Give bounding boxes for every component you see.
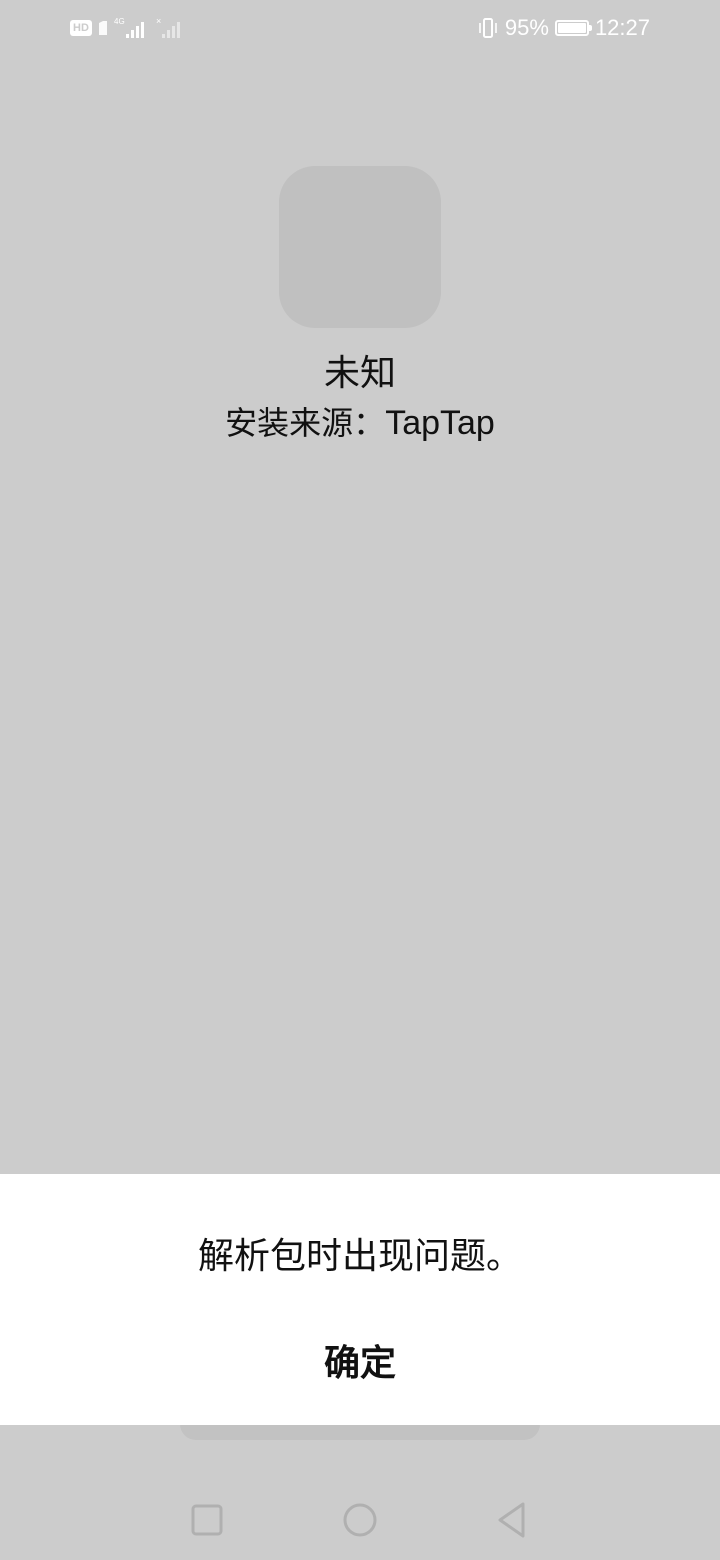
navigation-bar [0, 1480, 720, 1560]
dialog-message: 解析包时出现问题。 [197, 1236, 522, 1277]
app-icon-placeholder [279, 166, 441, 328]
svg-text:×: × [156, 16, 161, 26]
triangle-back-icon[interactable] [490, 1498, 534, 1542]
error-dialog: 解析包时出现问题。 确定 [0, 1174, 720, 1425]
status-left: HD 4G × [70, 14, 184, 42]
signal-icon: 4G [114, 17, 144, 38]
confirm-button[interactable]: 确定 [260, 1334, 460, 1394]
install-source-label: 安装来源： [225, 404, 386, 442]
circle-icon[interactable] [338, 1498, 382, 1542]
square-icon[interactable] [184, 1498, 228, 1542]
vibrate-icon [479, 18, 497, 38]
status-bar: HD 4G × 95% 12:27 [0, 0, 720, 56]
sim-icon [98, 21, 107, 35]
hd-badge: HD [70, 20, 92, 36]
install-source: 安装来源：TapTap [0, 400, 720, 446]
svg-text:4G: 4G [114, 17, 125, 26]
install-source-value: TapTap [385, 404, 495, 442]
status-right: 95% 12:27 [477, 12, 650, 44]
battery-icon [554, 20, 592, 36]
battery-level [557, 23, 587, 33]
no-signal-icon: × [156, 16, 180, 38]
clock: 12:27 [594, 15, 650, 40]
app-name: 未知 [323, 353, 396, 394]
battery-percent: 95% [504, 15, 549, 40]
